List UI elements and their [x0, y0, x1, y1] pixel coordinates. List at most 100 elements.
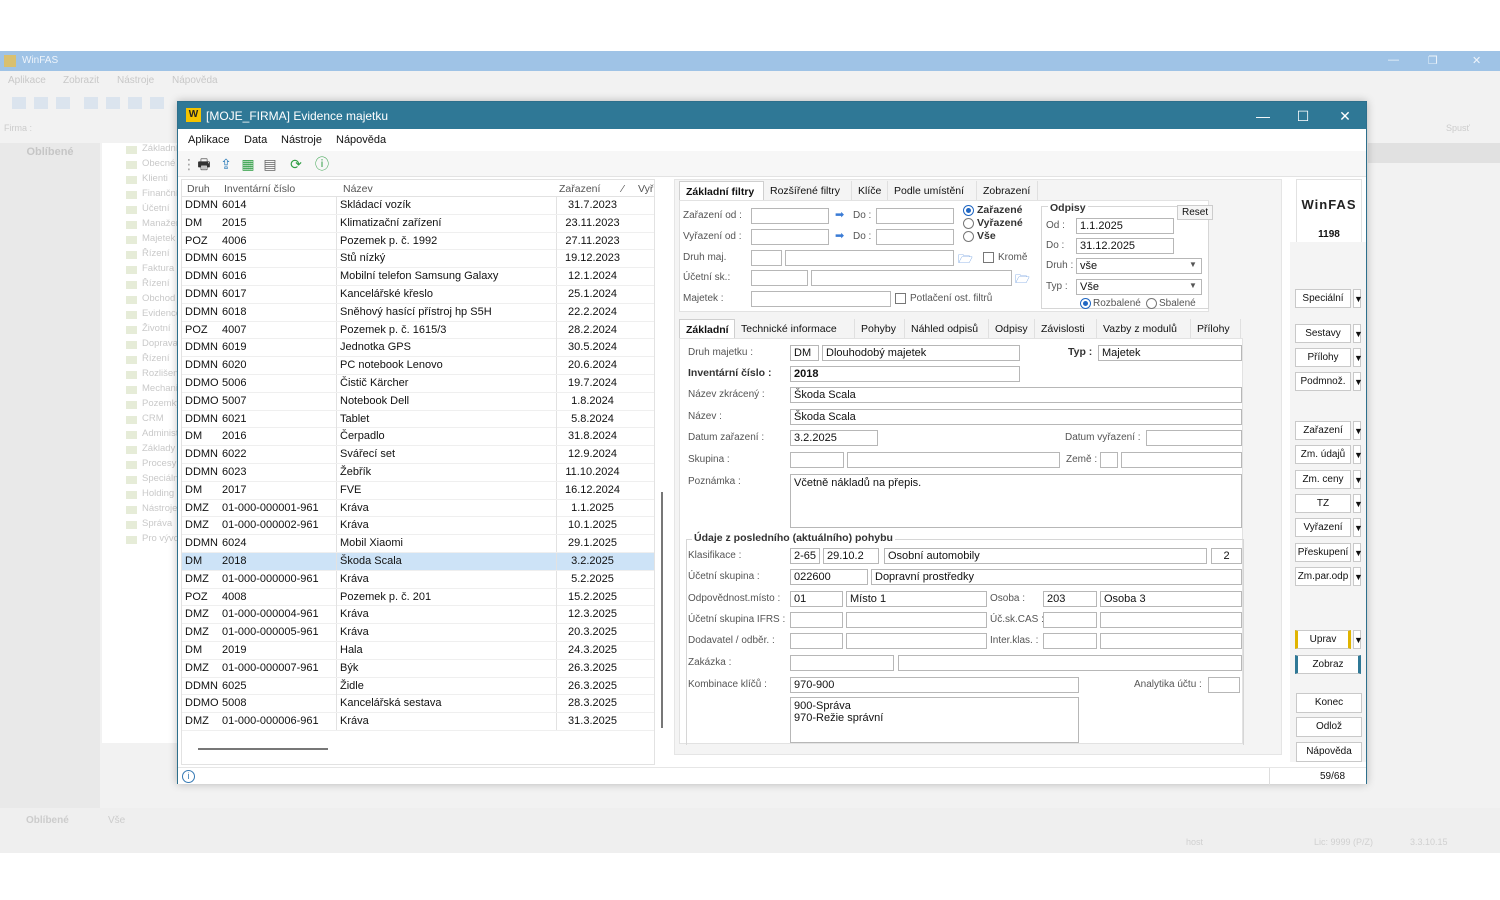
vyrazeni-button[interactable]: Vyřazení [1295, 518, 1351, 537]
bg-tree-item[interactable]: Nástroje [102, 503, 182, 518]
table-row[interactable]: DDMO 5008 Kancelářská sestava 28.3.2025 [182, 695, 654, 714]
bg-bottom-favorites[interactable]: Oblíbené [26, 815, 69, 826]
table-row[interactable]: DDMN 6021 Tablet 5.8.2024 [182, 410, 654, 429]
tab-pohyby[interactable]: Pohyby [855, 319, 905, 339]
bg-tree-item[interactable]: Holding [102, 488, 182, 503]
maximize-icon[interactable]: ☐ [1288, 106, 1318, 126]
table-row[interactable]: DDMN 6020 PC notebook Lenovo 20.6.2024 [182, 357, 654, 375]
zm-ceny-button[interactable]: Zm. ceny [1295, 470, 1351, 489]
table-row[interactable]: DDMN 6017 Kancelářské křeslo 25.1.2024 [182, 286, 654, 304]
table-row[interactable]: DMZ 01-000-000007-961 Býk 26.3.2025 [182, 659, 654, 678]
podmnoz-button[interactable]: Podmnož. [1295, 372, 1351, 391]
menu-aplikace[interactable]: Aplikace [188, 134, 230, 146]
osoba-name[interactable]: Osoba 3 [1100, 591, 1242, 607]
ucetni-sk-code-input[interactable] [751, 270, 808, 286]
table-row[interactable]: DMZ 01-000-000000-961 Kráva 5.2.2025 [182, 570, 654, 589]
zarazeni-od-input[interactable] [751, 208, 829, 224]
druh-maj-name-input[interactable] [785, 250, 954, 266]
podmnoz-dropdown-icon[interactable]: ▼ [1353, 372, 1363, 391]
menu-nastroje[interactable]: Nástroje [281, 134, 322, 146]
uc-cas-code[interactable] [1043, 612, 1097, 628]
uprav-dropdown-icon[interactable]: ▼ [1353, 630, 1363, 649]
bg-close-icon[interactable]: ✕ [1472, 54, 1481, 67]
col-zarazeni-header[interactable]: Zařazení [559, 183, 600, 195]
table-row[interactable]: DM 2016 Čerpadlo 31.8.2024 [182, 428, 654, 447]
zakazka-code[interactable] [790, 655, 894, 671]
table-row[interactable]: DM 2015 Klimatizační zařízení 23.11.2023 [182, 214, 654, 233]
majetek-input[interactable] [751, 291, 891, 307]
inventarni-cislo-input[interactable]: 2018 [790, 366, 1020, 382]
bg-tool-icon[interactable] [34, 97, 48, 109]
bg-tree-item[interactable]: Rozlišení [102, 368, 182, 383]
poznamka-textarea[interactable]: Včetně nákladů na přepis. [790, 474, 1242, 528]
tab-zobrazeni[interactable]: Zobrazení [977, 181, 1038, 201]
bg-maximize-icon[interactable]: ❐ [1428, 54, 1438, 67]
ucetni-sk-name-input[interactable] [811, 270, 1012, 286]
menu-data[interactable]: Data [244, 134, 267, 146]
bg-tree-item[interactable]: Pro vývoj [102, 533, 182, 548]
uprav-button[interactable]: Uprav [1295, 630, 1351, 649]
zakazka-name[interactable] [898, 655, 1242, 671]
bg-tree-item[interactable]: Základní funkce [102, 143, 182, 158]
folder-icon[interactable]: 🗁 [958, 250, 974, 266]
dodavatel-code[interactable] [790, 633, 843, 649]
druh-maj-code-input[interactable] [751, 250, 782, 266]
bg-menu-item[interactable]: Zobrazit [63, 75, 99, 86]
table-row[interactable]: DDMN 6019 Jednotka GPS 30.5.2024 [182, 339, 654, 358]
bg-tree-item[interactable]: Řízení [102, 248, 182, 263]
potlaceni-checkbox[interactable] [895, 293, 906, 304]
radio-vyrazene[interactable] [963, 218, 974, 229]
radio-sbalene[interactable] [1146, 298, 1157, 309]
vyrazeni-do-input[interactable] [876, 229, 954, 245]
tab-prilohy[interactable]: Přílohy [1191, 319, 1241, 339]
bg-refresh-icon[interactable] [128, 97, 142, 109]
table-row[interactable]: DMZ 01-000-000002-961 Kráva 10.1.2025 [182, 517, 654, 536]
bg-back-icon[interactable] [84, 97, 98, 109]
ucetni-skupina-code[interactable]: 022600 [790, 569, 868, 585]
table-row[interactable]: DM 2019 Hala 24.3.2025 [182, 642, 654, 660]
print-icon[interactable]: 🖶 [195, 155, 213, 173]
bg-tool-icon[interactable] [56, 97, 70, 109]
radio-zarazene[interactable] [963, 205, 974, 216]
klasifikace-name[interactable]: Osobní automobily [884, 548, 1207, 564]
dodavatel-name[interactable] [846, 633, 987, 649]
klasifikace-date[interactable]: 29.10.2 [823, 548, 879, 564]
bg-minimize-icon[interactable]: — [1388, 54, 1399, 66]
ifrs-name[interactable] [846, 612, 987, 628]
specialni-dropdown-icon[interactable]: ▼ [1353, 289, 1363, 308]
bg-tree-item[interactable]: Faktura [102, 263, 182, 278]
vyrazeni-dropdown-icon[interactable]: ▼ [1353, 518, 1363, 537]
vyrazeni-od-input[interactable] [751, 229, 829, 245]
skupina-code-input[interactable] [790, 452, 844, 468]
tab-podle-umisteni[interactable]: Podle umístění [888, 181, 977, 201]
bg-bottom-all[interactable]: Vše [108, 815, 125, 826]
tab-zakladni[interactable]: Základní [679, 319, 735, 339]
tab-zakladni-filtry[interactable]: Základní filtry [679, 181, 764, 201]
table-row[interactable]: DMZ 01-000-000006-961 Kráva 31.3.2025 [182, 713, 654, 731]
table-row[interactable]: DDMN 6015 Stů nízký 19.12.2023 [182, 250, 654, 269]
prilohy-dropdown-icon[interactable]: ▼ [1353, 348, 1363, 367]
table-row[interactable]: DDMN 6022 Svářecí set 12.9.2024 [182, 446, 654, 464]
info-icon[interactable]: i [182, 770, 195, 783]
odpisy-druh-select[interactable]: vše ▼ [1076, 258, 1202, 274]
table-row[interactable]: DDMN 6024 Mobil Xiaomi 29.1.2025 [182, 535, 654, 553]
bg-menu-item[interactable]: Nástroje [117, 75, 154, 86]
druh-majetku-name[interactable]: Dlouhodobý majetek [822, 345, 1020, 361]
bg-tree-item[interactable]: Základy [102, 443, 182, 458]
table-row[interactable]: DDMN 6025 Židle 26.3.2025 [182, 677, 654, 696]
zeme-name-input[interactable] [1121, 452, 1242, 468]
bg-tree-item[interactable]: Evidence [102, 308, 182, 323]
napoveda-button[interactable]: Nápověda [1296, 742, 1362, 762]
zeme-code-input[interactable] [1100, 452, 1118, 468]
specialni-button[interactable]: Speciální [1295, 289, 1351, 308]
zm-udaju-button[interactable]: Zm. údajů [1295, 445, 1351, 464]
tab-technicke-informace[interactable]: Technické informace [735, 319, 855, 339]
table-row[interactable]: POZ 4008 Pozemek p. č. 201 15.2.2025 [182, 588, 654, 607]
zm-ceny-dropdown-icon[interactable]: ▼ [1353, 470, 1363, 489]
reset-button[interactable]: Reset [1177, 205, 1214, 220]
ucetni-skupina-name[interactable]: Dopravní prostředky [871, 569, 1242, 585]
bg-menu-item[interactable]: Nápověda [172, 75, 218, 86]
bg-up-icon[interactable] [150, 97, 164, 109]
bg-tree-item[interactable]: Procesy [102, 458, 182, 473]
bg-tree-item[interactable]: Manažer [102, 218, 182, 233]
